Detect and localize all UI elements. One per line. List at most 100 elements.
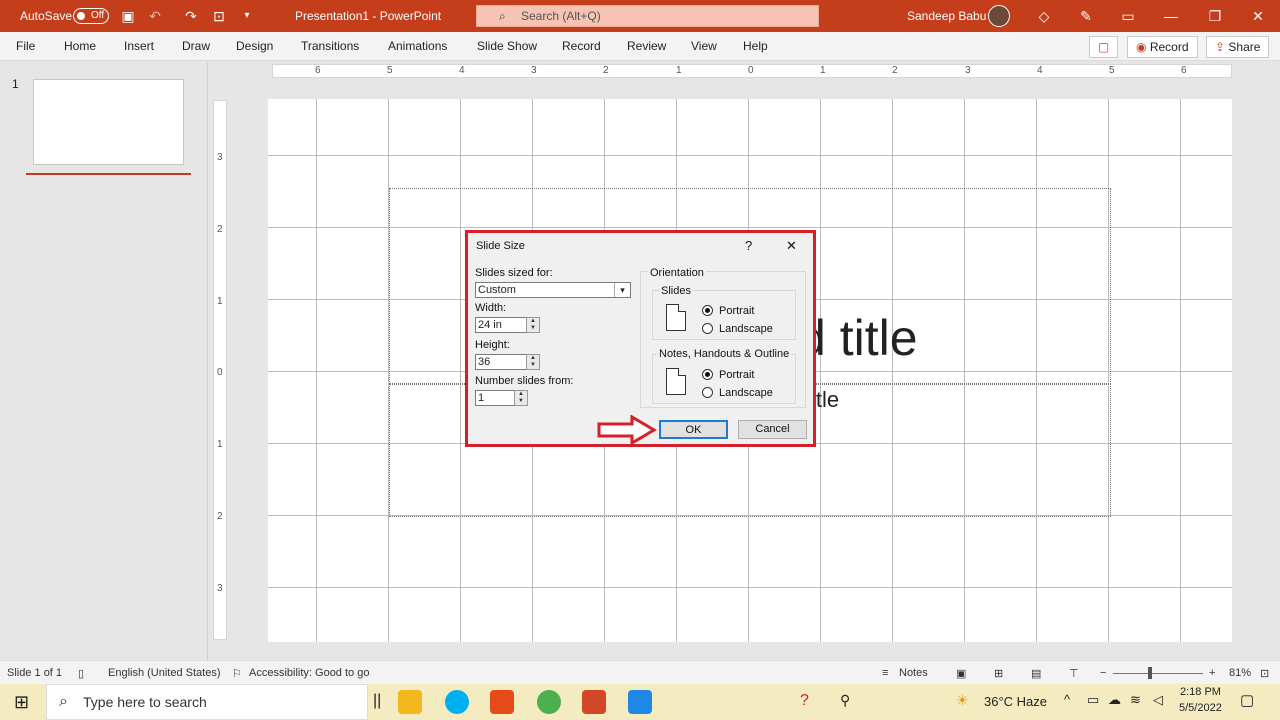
fit-slide-icon[interactable]: ⊡	[1260, 667, 1269, 680]
people-icon[interactable]: ⚲	[840, 692, 850, 709]
ruler-label: 2	[217, 511, 223, 522]
zoom-slider-thumb[interactable]	[1148, 667, 1152, 679]
ribbon-display-icon[interactable]: ▭	[1119, 7, 1137, 25]
number-from-input[interactable]: 1	[475, 390, 515, 406]
tab-slide-show[interactable]: Slide Show	[477, 39, 537, 53]
help-button[interactable]: ?	[745, 238, 752, 253]
number-from-spinner[interactable]: ▲ ▼	[514, 390, 528, 406]
tab-help[interactable]: Help	[743, 39, 768, 53]
ruler-label: 4	[1037, 65, 1043, 76]
slides-landscape-radio[interactable]	[702, 323, 713, 334]
tab-home[interactable]: Home	[64, 39, 96, 53]
tab-draw[interactable]: Draw	[182, 39, 210, 53]
notes-landscape-radio[interactable]	[702, 387, 713, 398]
sized-for-value: Custom	[478, 284, 516, 296]
height-spinner[interactable]: ▲ ▼	[526, 354, 540, 370]
close-icon[interactable]: ✕	[1249, 7, 1267, 25]
ruler-label: 2	[217, 224, 223, 235]
wifi-icon[interactable]: ≋	[1130, 692, 1141, 708]
tab-review[interactable]: Review	[627, 39, 666, 53]
avatar[interactable]	[988, 5, 1010, 27]
slide-number: 1	[12, 77, 19, 91]
tab-design[interactable]: Design	[236, 39, 273, 53]
search-placeholder: Search (Alt+Q)	[521, 9, 601, 23]
ruler-label: 1	[217, 296, 223, 307]
insertion-line	[26, 173, 191, 175]
cancel-button[interactable]: Cancel	[738, 420, 807, 439]
slide-sorter-icon[interactable]: ⊞	[994, 667, 1003, 680]
powerpoint-icon[interactable]	[582, 690, 606, 714]
diamond-icon[interactable]: ◇	[1035, 7, 1053, 25]
share-icon: ⇪	[1215, 40, 1226, 54]
task-view-icon[interactable]: ||	[373, 692, 381, 710]
spelling-icon[interactable]: ▯	[78, 667, 84, 680]
tray-chevron-icon[interactable]: ^	[1064, 692, 1070, 707]
reading-view-icon[interactable]: ▤	[1031, 667, 1041, 680]
redo-icon[interactable]: ↷	[182, 7, 200, 25]
slideshow-icon[interactable]: ⊤	[1069, 667, 1079, 680]
ruler-label: 3	[217, 583, 223, 594]
ruler-label: 2	[603, 65, 609, 76]
language-status[interactable]: English (United States)	[108, 667, 221, 679]
ruler-label: 6	[315, 65, 321, 76]
width-spinner[interactable]: ▲ ▼	[526, 317, 540, 333]
number-from-label: Number slides from:	[475, 375, 574, 387]
chrome-icon[interactable]	[537, 690, 561, 714]
cloud-icon[interactable]: ☁	[1108, 692, 1121, 708]
tab-insert[interactable]: Insert	[124, 39, 154, 53]
weather-text[interactable]: 36°C Haze	[984, 694, 1047, 709]
zoom-level[interactable]: 81%	[1229, 667, 1251, 679]
restore-icon[interactable]: ❐	[1206, 7, 1224, 25]
sized-for-select[interactable]: Custom ▾	[475, 282, 631, 298]
taskbar-search[interactable]: ⌕ Type here to search	[46, 684, 368, 720]
customize-chevron-icon[interactable]: ▾	[238, 7, 256, 25]
undo-icon[interactable]: ↶	[146, 7, 164, 25]
tab-file[interactable]: File	[16, 39, 35, 53]
slides-portrait-radio[interactable]	[702, 305, 713, 316]
file-explorer-icon[interactable]	[398, 690, 422, 714]
clock-time[interactable]: 2:18 PM	[1180, 686, 1221, 698]
autosave-label: AutoSave	[20, 9, 73, 23]
search-box[interactable]: ⌕ Search (Alt+Q)	[476, 5, 819, 27]
windows-start-icon[interactable]: ⊞	[14, 692, 29, 713]
pen-icon[interactable]: ✎	[1077, 7, 1095, 25]
clock-date[interactable]: 5/5/2022	[1179, 702, 1222, 714]
zoom-out-icon[interactable]: −	[1100, 667, 1106, 679]
comments-button[interactable]: ▢	[1089, 36, 1118, 58]
tab-transitions[interactable]: Transitions	[301, 39, 359, 53]
dialog-close-button[interactable]: ✕	[786, 238, 797, 254]
notification-icon[interactable]: ▢	[1240, 691, 1254, 709]
minimize-icon[interactable]: —	[1162, 7, 1180, 25]
tab-animations[interactable]: Animations	[388, 39, 447, 53]
zoom-slider[interactable]	[1113, 673, 1203, 674]
help-app-icon[interactable]: ?	[800, 692, 809, 710]
zoom-in-icon[interactable]: +	[1209, 667, 1215, 679]
ruler-label: 4	[459, 65, 465, 76]
slide-thumbnail[interactable]	[33, 79, 184, 165]
notes-group-label: Notes, Handouts & Outline	[657, 348, 792, 360]
arrow-right-icon	[597, 415, 657, 445]
battery-icon[interactable]: ▭	[1087, 692, 1099, 708]
share-button[interactable]: ⇪ Share	[1206, 36, 1270, 58]
ruler-label: 3	[531, 65, 537, 76]
tab-record[interactable]: Record	[562, 39, 601, 53]
width-input[interactable]: 24 in	[475, 317, 527, 333]
record-button[interactable]: ◉ Record	[1127, 36, 1198, 58]
height-input[interactable]: 36	[475, 354, 527, 370]
normal-view-icon[interactable]: ▣	[956, 667, 966, 680]
volume-icon[interactable]: ◁	[1153, 692, 1163, 708]
tab-view[interactable]: View	[691, 39, 717, 53]
skype-icon[interactable]	[445, 690, 469, 714]
accessibility-status[interactable]: Accessibility: Good to go	[249, 667, 369, 679]
office-icon[interactable]	[490, 690, 514, 714]
save-icon[interactable]: ▣	[119, 7, 137, 25]
chevron-down-icon[interactable]: ▾	[614, 283, 630, 297]
notes-portrait-radio[interactable]	[702, 369, 713, 380]
record-dot-icon: ◉	[1136, 40, 1147, 54]
autosave-toggle[interactable]: Off	[73, 8, 109, 24]
presenter-icon[interactable]: ⊡	[210, 7, 228, 25]
photos-icon[interactable]	[628, 690, 652, 714]
ruler-label: 0	[217, 367, 223, 378]
ok-button[interactable]: OK	[659, 420, 728, 439]
notes-button[interactable]: Notes	[899, 667, 928, 679]
